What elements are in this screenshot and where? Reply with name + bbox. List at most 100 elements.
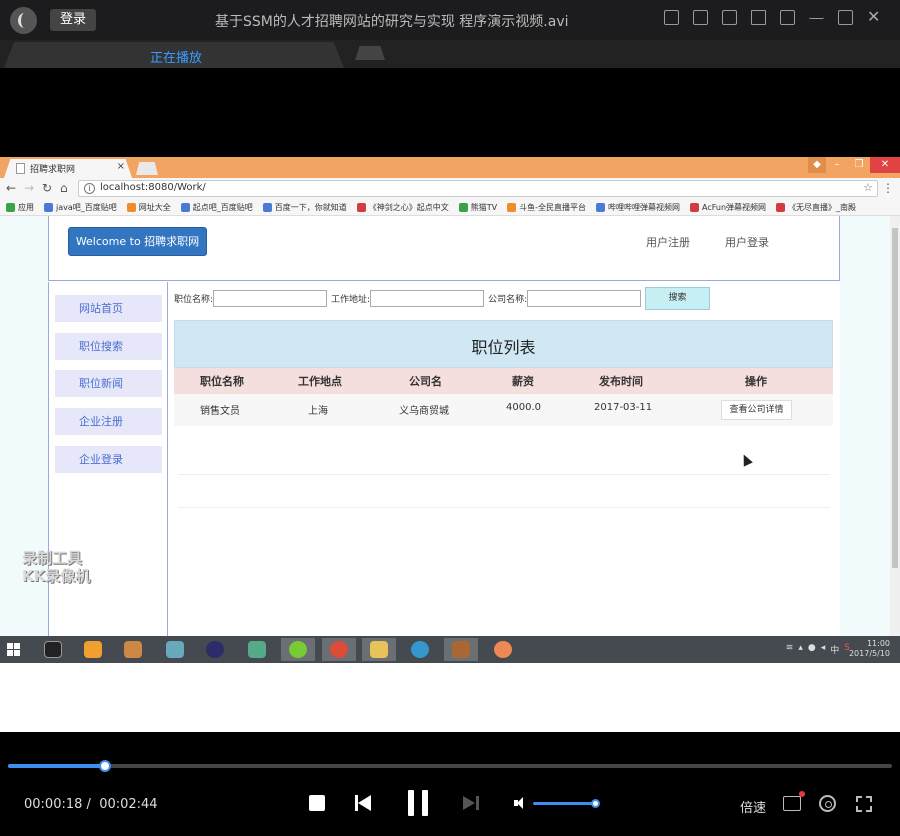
player-login-button[interactable]: 登录 — [50, 9, 96, 31]
tab-close-icon[interactable]: × — [117, 161, 125, 172]
stop-button[interactable] — [309, 795, 325, 811]
qq-icon[interactable]: ● — [808, 643, 816, 656]
job-name-input[interactable] — [213, 289, 328, 307]
previous-button[interactable] — [355, 795, 372, 811]
apps-icon — [6, 203, 15, 212]
recorder-app-icon[interactable] — [486, 638, 520, 661]
taskbar-clock[interactable]: 11:00 2017/5/10 — [849, 639, 890, 659]
eclipse-icon[interactable] — [198, 638, 232, 661]
welcome-button[interactable]: Welcome to 招聘求职网 — [68, 227, 207, 256]
volume-handle[interactable] — [591, 799, 600, 808]
close-icon[interactable]: ✕ — [867, 9, 882, 25]
watermark-line-1: 录制工具 — [22, 549, 83, 567]
new-tab-button[interactable] — [355, 46, 385, 60]
paint-app-icon[interactable] — [116, 638, 150, 661]
forward-icon[interactable]: → — [24, 181, 34, 195]
register-link[interactable]: 用户注册 — [646, 234, 690, 250]
next-button[interactable] — [463, 796, 479, 810]
company-input[interactable] — [527, 289, 642, 307]
volume-icon[interactable] — [514, 797, 526, 809]
folder-icon[interactable] — [751, 10, 766, 25]
file-explorer-icon[interactable] — [362, 638, 396, 661]
browser-menu-icon[interactable]: ⋮ — [882, 181, 894, 195]
bookmark-item[interactable]: 《神剑之心》起点中文 — [356, 200, 449, 215]
pause-button[interactable] — [408, 790, 428, 816]
wifi-icon[interactable]: ≋ — [786, 643, 794, 656]
bookmark-item[interactable]: 百度一下，你就知道 — [262, 200, 347, 215]
sidebar-item-home[interactable]: 网站首页 — [55, 295, 162, 322]
bookmark-item[interactable]: 应用 — [6, 200, 34, 215]
sidebar-item-job-news[interactable]: 职位新闻 — [55, 370, 162, 397]
new-browser-tab-button[interactable] — [136, 162, 158, 175]
bookmark-icon — [776, 203, 786, 212]
sidebar-item-job-search[interactable]: 职位搜索 — [55, 333, 162, 360]
reload-icon[interactable]: ↻ — [42, 181, 52, 195]
bookmark-item[interactable]: java吧_百度贴吧 — [44, 200, 117, 215]
ime-indicator[interactable]: 中 — [830, 643, 839, 656]
player-logo-icon[interactable] — [10, 7, 37, 34]
address-bar[interactable]: i localhost:8080/Work/ ☆ — [78, 180, 878, 197]
browser-close-icon[interactable]: ✕ — [870, 157, 900, 173]
bookmark-item[interactable]: 斗鱼-全民直播平台 — [507, 200, 586, 215]
maximize-icon[interactable] — [838, 10, 853, 25]
column-header: 公司名 — [409, 375, 442, 388]
divider — [178, 474, 830, 475]
page-scrollbar[interactable] — [890, 216, 900, 636]
pin-icon[interactable] — [722, 10, 737, 25]
time-separator: / — [86, 797, 91, 812]
location-input[interactable] — [370, 289, 485, 307]
360-browser-icon[interactable] — [281, 638, 315, 661]
video-area[interactable]: 招聘求职网 × ◆ – ❐ ✕ ← → ↻ ⌂ i localhost:8080… — [0, 68, 900, 748]
browser-restore-icon[interactable]: ❐ — [848, 157, 870, 173]
minimize-icon[interactable] — [809, 10, 824, 19]
tray-expand-icon[interactable]: ▴ — [798, 643, 803, 656]
speed-button[interactable]: 倍速 — [740, 797, 766, 816]
screenshot-icon[interactable] — [693, 10, 708, 25]
mini-mode-icon[interactable] — [664, 10, 679, 25]
fullscreen-icon[interactable] — [856, 796, 872, 812]
home-icon[interactable]: ⌂ — [60, 181, 68, 195]
gift-box-icon[interactable] — [783, 791, 805, 811]
divider — [178, 507, 830, 508]
bookmark-item[interactable]: 网址大全 — [126, 200, 171, 215]
job-name-cell: 销售文员 — [200, 406, 240, 417]
skin-icon[interactable] — [780, 10, 795, 25]
seek-handle[interactable] — [99, 760, 111, 772]
tab-now-playing[interactable]: 正在播放 — [4, 42, 344, 68]
bookmark-star-icon[interactable]: ☆ — [863, 181, 873, 194]
column-header: 工作地点 — [298, 375, 342, 388]
game-app-icon[interactable] — [444, 638, 478, 661]
paint-icon[interactable] — [158, 638, 192, 661]
seek-bar[interactable] — [8, 760, 892, 772]
bookmark-item[interactable]: 熊猫TV — [458, 200, 497, 215]
settings-gear-icon[interactable] — [819, 795, 836, 812]
job-list-header: 职位列表 — [174, 320, 833, 368]
chrome-icon[interactable] — [322, 638, 356, 661]
media-player-icon[interactable] — [240, 638, 274, 661]
profile-icon[interactable]: ◆ — [808, 157, 826, 173]
time-display: 00:00:18 / 00:02:44 — [24, 797, 158, 812]
back-icon[interactable]: ← — [6, 181, 16, 195]
search-app-icon[interactable] — [76, 638, 110, 661]
sidebar-item-company-register[interactable]: 企业注册 — [55, 408, 162, 435]
bookmark-item[interactable]: 哔哩哔哩弹幕视频网 — [596, 200, 680, 215]
ie-browser-icon[interactable] — [403, 638, 437, 661]
bookmark-item[interactable]: 《无尽直播》_南殿 — [776, 200, 856, 215]
browser-minimize-icon[interactable]: – — [826, 157, 848, 173]
windows-start-icon[interactable] — [7, 643, 20, 656]
video-title: 基于SSM的人才招聘网站的研究与实现 程序演示视频.avi — [215, 14, 569, 30]
windows-taskbar: ≋ ▴ ● ◂ 中 S 11:00 2017/5/10 — [0, 636, 900, 663]
terminal-icon[interactable] — [36, 638, 70, 661]
browser-tab[interactable]: 招聘求职网 × — [4, 159, 132, 178]
bookmark-item[interactable]: AcFun弹幕视频网 — [690, 200, 766, 215]
sidebar-item-company-login[interactable]: 企业登录 — [55, 446, 162, 473]
volume-slider[interactable] — [533, 802, 597, 805]
login-link[interactable]: 用户登录 — [725, 234, 769, 250]
scrollbar-thumb[interactable] — [892, 228, 898, 568]
search-button[interactable]: 搜索 — [645, 287, 710, 310]
view-company-details-button[interactable]: 查看公司详情 — [721, 400, 792, 420]
site-info-icon[interactable]: i — [84, 183, 95, 194]
bookmark-item[interactable]: 起点吧_百度贴吧 — [180, 200, 253, 215]
web-page: Welcome to 招聘求职网 用户注册 用户登录 网站首页 职位搜索 职位新… — [0, 216, 890, 642]
speaker-tray-icon[interactable]: ◂ — [821, 643, 826, 656]
